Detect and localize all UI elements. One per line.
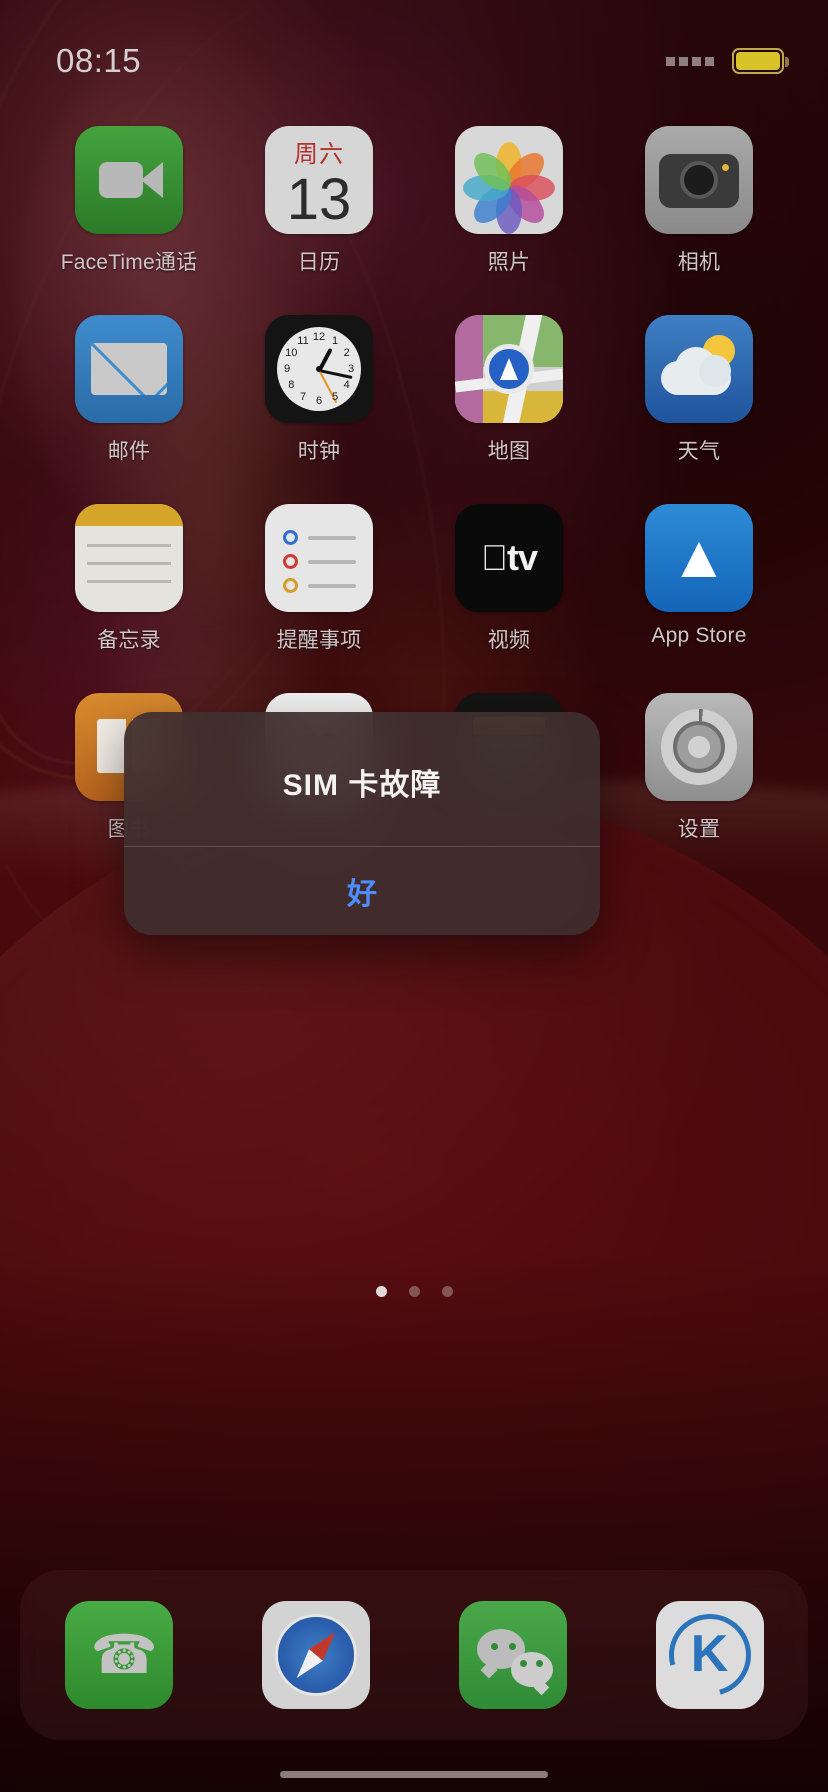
- status-bar: 08:15: [0, 0, 828, 92]
- status-bar-time: 08:15: [56, 42, 142, 79]
- page-dot[interactable]: [408, 1286, 420, 1297]
- app-camera[interactable]: 相机: [604, 126, 794, 276]
- apple-tv-glyph: tv: [493, 537, 538, 578]
- clock-numeral: 5: [331, 390, 339, 403]
- app-calendar[interactable]: 周六 13 日历: [224, 126, 414, 276]
- app-label: 提醒事项: [276, 629, 362, 652]
- maps-icon[interactable]: [455, 315, 563, 423]
- battery-low-power-icon: [732, 48, 789, 74]
- signal-dots-icon: [666, 56, 714, 66]
- clock-numeral: 11: [297, 335, 309, 348]
- app-store-icon[interactable]: ▲: [645, 504, 753, 612]
- app-label: 照片: [487, 251, 531, 274]
- page-indicator-dots[interactable]: [0, 1286, 828, 1297]
- app-facetime[interactable]: FaceTime通话: [34, 126, 224, 276]
- settings-icon[interactable]: [645, 693, 753, 801]
- clock-numeral: 9: [283, 363, 291, 375]
- clock-numeral: 10: [285, 347, 298, 359]
- mail-icon[interactable]: [75, 315, 183, 423]
- apple-tv-icon[interactable]: tv: [455, 504, 563, 612]
- alert-body: SIM 卡故障: [124, 712, 600, 846]
- k-app-icon[interactable]: K: [655, 1601, 764, 1709]
- alert-title: SIM 卡故障: [282, 769, 442, 802]
- safari-icon[interactable]: [261, 1601, 370, 1709]
- clock-numeral: 8: [288, 379, 295, 391]
- camera-icon[interactable]: [645, 126, 753, 234]
- app-label: 日历: [297, 251, 341, 274]
- sim-failure-alert: SIM 卡故障 好: [124, 712, 600, 935]
- app-weather[interactable]: 天气: [604, 315, 794, 465]
- clock-numeral: 12: [312, 331, 326, 343]
- app-label: 地图: [487, 440, 531, 463]
- alert-ok-button[interactable]: 好: [124, 847, 600, 935]
- wechat-icon[interactable]: [458, 1601, 567, 1709]
- clock-numeral: 7: [299, 390, 307, 403]
- clock-numeral: 1: [331, 335, 339, 348]
- page-dot[interactable]: [441, 1286, 453, 1297]
- dock: ☎ K: [20, 1570, 808, 1740]
- reminders-icon[interactable]: [265, 504, 373, 612]
- clock-numeral: 6: [315, 395, 323, 407]
- page-dot[interactable]: [375, 1286, 387, 1297]
- clock-numeral: 3: [347, 363, 355, 375]
- app-label: 视频: [487, 629, 531, 652]
- calendar-day-number: 13: [286, 167, 352, 232]
- app-photos[interactable]: 照片: [414, 126, 604, 276]
- app-label: 邮件: [107, 440, 151, 463]
- app-label: 相机: [677, 251, 721, 274]
- app-clock[interactable]: 12 1 2 3 4 5 6 7 8 9 10 11 时钟: [224, 315, 414, 465]
- app-label: FaceTime通话: [60, 251, 198, 274]
- status-bar-right: [666, 48, 789, 74]
- app-notes[interactable]: 备忘录: [34, 504, 224, 654]
- app-label: 天气: [677, 440, 721, 463]
- app-app-store[interactable]: ▲ App Store: [604, 504, 794, 654]
- app-label: App Store: [651, 624, 747, 647]
- app-label: 时钟: [297, 440, 341, 463]
- home-indicator[interactable]: [280, 1771, 548, 1778]
- app-maps[interactable]: 地图: [414, 315, 604, 465]
- facetime-icon[interactable]: [75, 126, 183, 234]
- clock-numeral: 2: [343, 347, 350, 359]
- weather-icon[interactable]: [645, 315, 753, 423]
- app-settings[interactable]: 设置: [604, 693, 794, 843]
- notes-icon[interactable]: [75, 504, 183, 612]
- clock-icon[interactable]: 12 1 2 3 4 5 6 7 8 9 10 11: [265, 315, 373, 423]
- calendar-icon[interactable]: 周六 13: [265, 126, 373, 234]
- app-label: 设置: [677, 818, 721, 841]
- app-label: 备忘录: [97, 629, 161, 652]
- clock-numeral: 4: [343, 379, 350, 391]
- app-apple-tv[interactable]: tv 视频: [414, 504, 604, 654]
- app-mail[interactable]: 邮件: [34, 315, 224, 465]
- k-app-glyph: K: [690, 1624, 729, 1683]
- calendar-day-of-week: 周六: [294, 141, 344, 168]
- phone-icon[interactable]: ☎: [64, 1601, 173, 1709]
- photos-icon[interactable]: [455, 126, 563, 234]
- app-reminders[interactable]: 提醒事项: [224, 504, 414, 654]
